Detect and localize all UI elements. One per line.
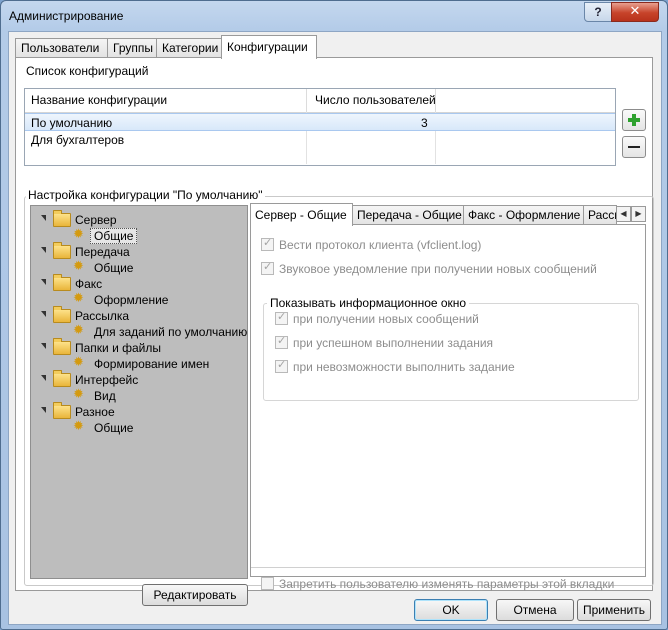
gear-icon: ✹ [73, 227, 84, 242]
gear-icon: ✹ [73, 323, 84, 338]
cancel-button[interactable]: Отмена [496, 599, 574, 621]
user-count-cell: 3 [421, 116, 428, 130]
config-list-label: Список конфигураций [26, 64, 149, 78]
settings-group-label: Настройка конфигурации "По умолчанию" [26, 188, 265, 202]
notify-failure-checkbox[interactable]: при невозможности выполнить задание [275, 358, 515, 374]
scroll-right-icon[interactable]: ▶ [631, 206, 646, 222]
expand-arrow-icon[interactable] [41, 407, 46, 413]
server-general-panel: Вести протокол клиента (vfclient.log) Зв… [250, 224, 646, 591]
plus-icon [628, 114, 640, 126]
admin-window: Администрирование ? ✕ Пользователи Групп… [0, 0, 668, 630]
checkbox-box[interactable] [261, 577, 274, 590]
expand-arrow-icon[interactable] [41, 247, 46, 253]
config-list[interactable]: Название конфигурации Число пользователе… [24, 88, 616, 166]
tab-groups[interactable]: Группы [107, 38, 157, 58]
folder-icon [53, 370, 71, 387]
client-log-checkbox[interactable]: Вести протокол клиента (vfclient.log) [261, 236, 482, 252]
configurations-panel: Список конфигураций Название конфигураци… [15, 57, 654, 606]
checkbox-label: при невозможности выполнить задание [293, 360, 515, 374]
ok-button[interactable]: OK [414, 599, 488, 621]
checkbox-label: Запретить пользователю изменять параметр… [279, 577, 615, 591]
expand-arrow-icon[interactable] [41, 215, 46, 221]
dialog-client: Пользователи Группы Категории Конфигурац… [8, 31, 662, 625]
list-row-accountants[interactable]: Для бухгалтеров [25, 131, 615, 149]
tree-node-label: Папки и файлы [75, 341, 161, 355]
tree-node-label: Общие [94, 421, 134, 435]
checkbox-box[interactable] [261, 236, 274, 251]
checkbox-label: Вести протокол клиента (vfclient.log) [279, 238, 482, 252]
checkbox-box[interactable] [275, 310, 288, 325]
notify-success-checkbox[interactable]: при успешном выполнении задания [275, 334, 494, 350]
tab-scroll: ◀ ▶ [616, 206, 646, 222]
settings-tree[interactable]: Сервер ✹ Общие Передача ✹ Общие Факс ✹ Офор… [30, 205, 248, 579]
info-window-group-label: Показывать информационное окно [267, 296, 470, 310]
close-button[interactable]: ✕ [611, 2, 659, 22]
column-separator[interactable] [435, 89, 436, 112]
config-name-cell: По умолчанию [31, 116, 113, 130]
gear-icon: ✹ [73, 259, 84, 274]
checkbox-box[interactable] [275, 334, 288, 349]
sound-notify-checkbox[interactable]: Звуковое уведомление при получении новых… [261, 260, 597, 276]
notify-new-messages-checkbox[interactable]: при получении новых сообщений [275, 310, 479, 326]
tree-node-label: Факс [75, 277, 103, 291]
tab-fax-design[interactable]: Факс - Оформление [463, 205, 584, 225]
expand-arrow-icon[interactable] [41, 343, 46, 349]
divider [251, 567, 645, 568]
settings-detail: Сервер - Общие Передача - Общие Факс - О… [250, 203, 646, 591]
folder-icon [53, 306, 71, 323]
column-header-users[interactable]: Число пользователей [315, 93, 436, 107]
folder-icon [53, 210, 71, 227]
tab-categories[interactable]: Категории [156, 38, 224, 58]
gear-icon: ✹ [73, 355, 84, 370]
expand-arrow-icon[interactable] [41, 375, 46, 381]
window-title: Администрирование [9, 9, 124, 23]
checkbox-label: при успешном выполнении задания [293, 336, 494, 350]
tree-node-label: Общие [94, 261, 134, 275]
add-config-button[interactable] [622, 109, 646, 131]
expand-arrow-icon[interactable] [41, 311, 46, 317]
tab-mailing[interactable]: Рассы [583, 205, 617, 225]
tree-node-label: Сервер [75, 213, 117, 227]
gear-icon: ✹ [73, 419, 84, 434]
remove-config-button[interactable] [622, 136, 646, 158]
apply-button[interactable]: Применить [577, 599, 651, 621]
tab-users[interactable]: Пользователи [15, 38, 108, 58]
column-header-name[interactable]: Название конфигурации [31, 93, 167, 107]
column-separator[interactable] [306, 89, 307, 112]
list-row-default[interactable]: По умолчанию 3 [25, 113, 615, 131]
list-header: Название конфигурации Число пользователе… [25, 89, 615, 113]
gear-icon: ✹ [73, 387, 84, 402]
checkbox-box[interactable] [275, 358, 288, 373]
edit-button[interactable]: Редактировать [142, 584, 248, 606]
folder-icon [53, 402, 71, 419]
lock-settings-checkbox[interactable]: Запретить пользователю изменять параметр… [261, 577, 614, 591]
folder-icon [53, 338, 71, 355]
tree-node-label: Для заданий по умолчанию [94, 325, 248, 339]
tree-node-label: Разное [75, 405, 115, 419]
tab-transfer-general[interactable]: Передача - Общие [352, 205, 464, 225]
tree-node-label: Вид [94, 389, 116, 403]
title-bar[interactable]: Администрирование ? ✕ [1, 1, 667, 31]
help-button[interactable]: ? [584, 2, 612, 22]
folder-icon [53, 274, 71, 291]
folder-icon [53, 242, 71, 259]
checkbox-label: при получении новых сообщений [293, 312, 479, 326]
expand-arrow-icon[interactable] [41, 279, 46, 285]
minus-icon [628, 146, 640, 148]
gear-icon: ✹ [73, 291, 84, 306]
scroll-left-icon[interactable]: ◀ [616, 206, 631, 222]
tab-server-general[interactable]: Сервер - Общие [250, 203, 353, 226]
tree-node-label: Интерфейс [75, 373, 139, 387]
config-name-cell: Для бухгалтеров [31, 133, 125, 147]
tree-node-label: Оформление [94, 293, 169, 307]
tree-node-label: Рассылка [75, 309, 130, 323]
checkbox-box[interactable] [261, 260, 274, 275]
tree-node-label: Общие [90, 228, 138, 244]
tab-configurations[interactable]: Конфигурации [221, 35, 317, 59]
tree-node-label: Формирование имен [94, 357, 210, 371]
checkbox-label: Звуковое уведомление при получении новых… [279, 262, 597, 276]
tree-node-label: Передача [75, 245, 130, 259]
